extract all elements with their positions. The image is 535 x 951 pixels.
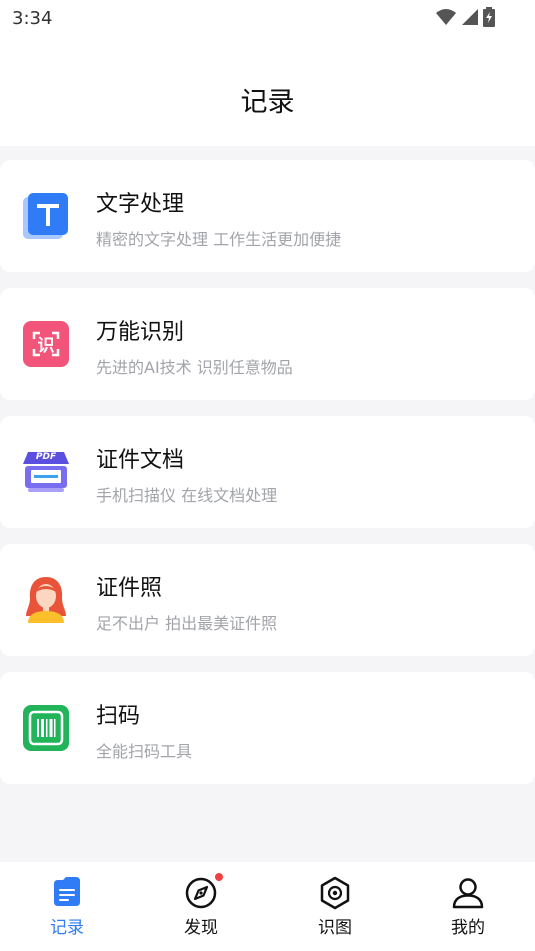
notification-badge [215, 873, 223, 881]
tab-discover[interactable]: 发现 [134, 862, 268, 951]
status-bar: 3:34 [0, 0, 535, 40]
tab-mine[interactable]: 我的 [401, 862, 535, 951]
id-photo-icon [22, 576, 70, 624]
recognize-icon-text: 识 [37, 336, 55, 356]
card-subtitle: 先进的AI技术 识别任意物品 [96, 358, 293, 377]
image-recognition-icon [318, 876, 352, 910]
record-icon [50, 876, 84, 910]
card-universal-recognition[interactable]: 识 万能识别 先进的AI技术 识别任意物品 [0, 288, 535, 400]
card-scan-code[interactable]: 扫码 全能扫码工具 [0, 672, 535, 784]
recognize-icon: 识 [22, 320, 70, 368]
card-text-processing[interactable]: 文字处理 精密的文字处理 工作生活更加便捷 [0, 160, 535, 272]
wifi-icon [435, 8, 457, 26]
compass-icon [184, 876, 218, 910]
card-title: 证件照 [96, 576, 163, 601]
cellular-signal-icon [461, 8, 479, 26]
card-id-documents[interactable]: PDF 证件文档 手机扫描仪 在线文档处理 [0, 416, 535, 528]
text-t-icon [22, 192, 70, 240]
card-subtitle: 手机扫描仪 在线文档处理 [96, 486, 278, 505]
nav-label: 我的 [451, 918, 485, 938]
nav-label: 发现 [184, 918, 218, 938]
card-title: 万能识别 [96, 320, 185, 345]
page-title: 记录 [240, 87, 295, 118]
card-subtitle: 全能扫码工具 [96, 742, 193, 761]
nav-label: 识图 [318, 918, 352, 938]
card-id-photo[interactable]: 证件照 足不出户 拍出最美证件照 [0, 544, 535, 656]
tab-image-recognition[interactable]: 识图 [268, 862, 402, 951]
card-title: 文字处理 [96, 192, 185, 217]
status-time: 3:34 [12, 8, 53, 29]
battery-charging-icon [483, 7, 495, 27]
card-title: 扫码 [96, 704, 141, 729]
pdf-scanner-icon: PDF [22, 448, 70, 496]
tab-record[interactable]: 记录 [0, 862, 134, 951]
card-subtitle: 足不出户 拍出最美证件照 [96, 614, 278, 633]
bottom-nav: 记录 发现 识图 我的 [0, 862, 535, 951]
nav-label: 记录 [50, 918, 84, 938]
status-icons [435, 7, 495, 27]
card-title: 证件文档 [96, 448, 185, 473]
header: 记录 [0, 40, 535, 146]
pdf-icon-text: PDF [35, 452, 57, 462]
card-subtitle: 精密的文字处理 工作生活更加便捷 [96, 230, 342, 249]
user-icon [451, 876, 485, 910]
barcode-icon [22, 704, 70, 752]
